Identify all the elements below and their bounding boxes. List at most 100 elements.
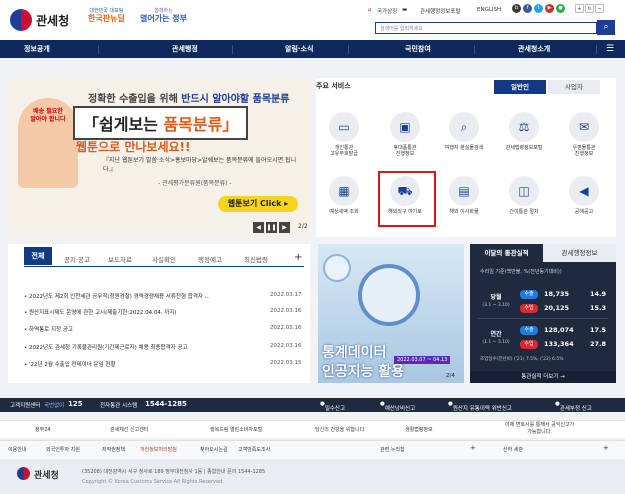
report-budget[interactable]: ● 예산낭비신고: [380, 401, 415, 412]
nav-item-info[interactable]: 정보공개: [24, 44, 50, 54]
pause-icon[interactable]: ❚❚: [266, 222, 277, 233]
nav-item-admin[interactable]: 관세행정: [172, 44, 198, 54]
top-header: 관세청 대한민국 대표팀 한국판뉴딜 함께하는 열어가는 정부 ⌂ 국가상징 ▬ 관…: [0, 0, 625, 40]
tab-notice-admin[interactable]: 행정예고: [198, 254, 222, 264]
link-directions[interactable]: 찾아오시는길: [200, 446, 228, 453]
tab-laws[interactable]: 최신법령: [244, 254, 268, 264]
new-deal-slogan[interactable]: 대한민국 대표팀 한국판뉴딜: [88, 8, 125, 23]
zoom-out-icon[interactable]: −: [595, 4, 604, 13]
link-copyright[interactable]: 저작권정책: [102, 446, 125, 453]
banner-title: 「쉽게보는 품목분류」: [73, 106, 249, 140]
promo-banner[interactable]: 통계데이터 인공지능 활용 2022.03.07 ~ 04.13 2/4: [318, 244, 464, 383]
plus-icon[interactable]: +: [470, 444, 476, 452]
banner-source: - 관세평가분류원(품목분류) -: [158, 180, 232, 187]
banner-bubble: 배송 필요한 알아야 합니다: [30, 108, 66, 123]
gavel-icon: ⚖: [509, 112, 539, 142]
nav-item-news[interactable]: 알림·소식: [285, 44, 313, 54]
site-footer: 관세청 (35208) 대전광역시 서구 청사로 189 정부대전청사 1동 |…: [0, 459, 625, 494]
prev-slide-icon[interactable]: ◀: [253, 222, 264, 233]
gov-slogan[interactable]: 함께하는 열어가는 정부: [140, 8, 187, 23]
blog-icon[interactable]: b: [512, 4, 521, 13]
service-luggage-clearance[interactable]: ▣ 휴대품통관 진행정보: [381, 112, 429, 157]
service-lost-items[interactable]: ⌕ 여행자 분실물검색: [440, 112, 488, 151]
link-whistleblower[interactable]: 이제 변호사를 통해서 공익신고가 가능합니다.: [505, 422, 574, 436]
service-tax-estimate[interactable]: ▦ 예상세액 조회: [320, 176, 368, 215]
more-plus-icon[interactable]: +: [294, 252, 302, 263]
export-pct: 14.9: [590, 290, 607, 298]
stats-basis: 수리일 기준(백만불, %(전년동기대비)): [480, 269, 562, 275]
link-arrears[interactable]: 관세체선 신고센터: [110, 426, 148, 433]
board-row[interactable]: • 원산지표시제도 운영에 관한 고시(제출기한:2022.04.04. 까지)…: [24, 308, 304, 316]
facebook-icon[interactable]: f: [523, 4, 532, 13]
link-law-info[interactable]: 생활법령정보: [405, 426, 433, 433]
import-chip: 수입: [520, 304, 538, 313]
row-label-year: 연간 (1.1 ~ 3.10): [482, 331, 510, 345]
sns-icon[interactable]: ●: [556, 4, 565, 13]
search-icon[interactable]: ⌕: [597, 20, 615, 35]
export-chip: 수출: [520, 326, 538, 335]
tab-fact-check[interactable]: 사실확인: [152, 254, 176, 264]
link-investment[interactable]: 외국인투자 지원: [46, 446, 80, 453]
tab-press[interactable]: 보도자료: [108, 254, 132, 264]
board-row[interactable]: • 2022년도 제2회 인천세관 공무직(청원경찰) 경력경쟁채용 서류전형 …: [24, 292, 304, 300]
tab-all[interactable]: 전체: [24, 247, 52, 265]
youtube-icon[interactable]: ▶: [545, 4, 554, 13]
util-link-portal[interactable]: 관세행정정보포털: [420, 7, 460, 15]
tab-notice[interactable]: 공지·공고: [64, 254, 90, 264]
export-value: 128,074: [544, 326, 574, 334]
service-personal-code[interactable]: ▭ 개인통관 고유부호발급: [320, 112, 368, 157]
service-moving-cargo[interactable]: ▤ 해외 이사화물: [440, 176, 488, 215]
zoom-in-icon[interactable]: +: [575, 4, 584, 13]
board-row[interactable]: • 2022년도 관세청 기록물관리원(기간제근로자) 채용 최종합격자 공고 2…: [24, 343, 304, 351]
kcs-logo-icon[interactable]: [10, 9, 32, 31]
board-row[interactable]: • '22년 2월 수출입 컨테이너 운임 현황 2022.03.15: [24, 360, 304, 368]
import-pct: 15.3: [590, 304, 607, 312]
link-privacy[interactable]: 개인정보처리방침: [140, 446, 177, 453]
bullhorn-icon: ◀: [569, 176, 599, 206]
nav-item-participation[interactable]: 국민참여: [405, 44, 431, 54]
util-link-national-symbol[interactable]: 국가상징: [377, 7, 397, 15]
service-simple-clearance[interactable]: ◫ 간이통관 절차: [500, 176, 548, 215]
link-guide[interactable]: 이용안내: [8, 446, 26, 453]
service-postal-clearance[interactable]: ✉ 우편물통관 진행정보: [560, 112, 608, 157]
util-link-english[interactable]: ENGLISH: [477, 7, 501, 13]
link-survey[interactable]: 고객만족도조사: [238, 446, 270, 453]
export-chip: 수출: [520, 290, 538, 299]
report-smuggling[interactable]: ● 밀수신고: [320, 401, 345, 412]
brand-name[interactable]: 관세청: [36, 12, 69, 29]
board-row[interactable]: • 하역통로 지정 공고 2022.03.16: [24, 325, 304, 333]
bag-icon: ◫: [509, 176, 539, 206]
next-slide-icon[interactable]: ▶: [279, 222, 290, 233]
link-health[interactable]: 당신의 건강을 위합니다.: [315, 426, 366, 433]
related-banners: 정부24 관세체선 신고센터 행복드림 열린소비자포털 당신의 건강을 위합니다…: [0, 420, 625, 438]
tab-business[interactable]: 사업자: [548, 80, 600, 94]
tab-admin-info[interactable]: 관세행정정보: [543, 244, 616, 262]
contact-bar: 고객지원센터 국번없이 125 전자통관 시스템 1544-1285 ● 밀수신…: [0, 398, 625, 412]
tab-general[interactable]: 일반인: [494, 80, 546, 94]
banner-tagline: 웹툰으로 만나보세요!!: [76, 140, 191, 154]
suitcase-icon: ▣: [390, 112, 420, 142]
link-consumer[interactable]: 행복드림 열린소비자포털: [210, 426, 262, 433]
webtoon-button[interactable]: 웹툰보기 Click ▸: [218, 196, 298, 212]
select-related-sites[interactable]: 관련 누리집: [380, 446, 405, 453]
link-gov24[interactable]: 정부24: [35, 426, 51, 433]
service-public-auction[interactable]: ◀ 공매공고: [560, 176, 608, 215]
main-banner[interactable]: 배송 필요한 알아야 합니다 정확한 수출입을 위해 반드시 알아야할 품목분류 …: [8, 78, 310, 237]
all-menu-icon[interactable]: ☰: [606, 44, 614, 54]
plus-icon[interactable]: +: [603, 444, 609, 452]
service-law-portal[interactable]: ⚖ 관세법령정보포털: [500, 112, 548, 151]
search-input[interactable]: 검색어를 입력하세요: [375, 22, 597, 34]
twitter-icon[interactable]: t: [534, 4, 543, 13]
report-fraud[interactable]: ● 관세부정 신고: [555, 401, 592, 412]
report-origin[interactable]: ● 원산지 유통이력 위반신고: [448, 401, 512, 412]
edi-phone[interactable]: 1544-1285: [145, 400, 187, 408]
promo-page-indicator: 2/4: [446, 373, 455, 379]
zoom-reset-icon[interactable]: ↻: [585, 4, 594, 13]
nav-item-about[interactable]: 관세청소개: [518, 44, 550, 54]
home-icon[interactable]: ⌂: [368, 7, 372, 13]
calculator-icon: ▦: [329, 176, 359, 206]
tab-monthly-customs[interactable]: 이달의 통관실적: [470, 244, 543, 262]
contact-phone[interactable]: 125: [68, 400, 83, 408]
customs-more-button[interactable]: 통관실적 더보기 →: [470, 371, 616, 383]
select-branch-offices[interactable]: 산하 세관: [503, 446, 523, 453]
